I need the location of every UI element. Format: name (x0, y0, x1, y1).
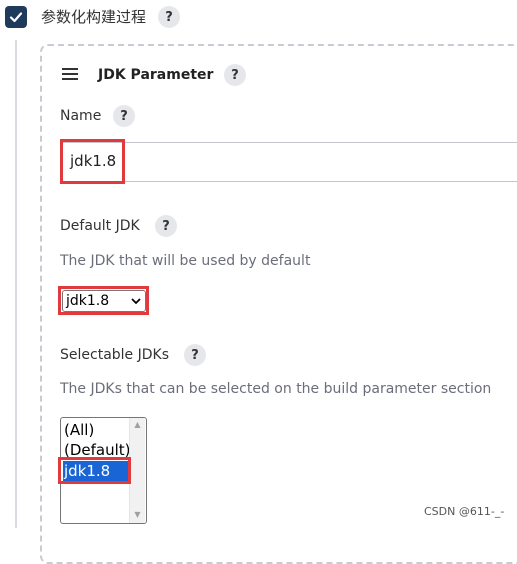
name-input[interactable] (60, 142, 517, 182)
help-icon[interactable]: ? (113, 105, 135, 127)
drag-handle-icon[interactable] (62, 68, 78, 83)
name-label: Name (60, 108, 102, 124)
scroll-up-icon[interactable]: ▲ (130, 420, 145, 429)
selectable-jdks-label: Selectable JDKs (60, 347, 169, 363)
default-jdk-description: The JDK that will be used by default (60, 253, 311, 269)
checkbox-label: 参数化构建过程 (41, 8, 147, 26)
check-icon (9, 12, 23, 23)
highlight-box (58, 286, 149, 315)
selectable-jdks-description: The JDKs that can be selected on the bui… (60, 381, 492, 397)
help-icon[interactable]: ? (184, 344, 206, 366)
watermark: CSDN @611-_- (424, 505, 505, 518)
section-guide-line (15, 40, 17, 528)
name-input-value: jdk1.8 (70, 152, 117, 170)
help-icon[interactable]: ? (158, 6, 180, 28)
default-jdk-label: Default JDK (60, 218, 140, 234)
list-option[interactable]: (All) (63, 420, 132, 440)
listbox-scrollbar[interactable]: ▲ ▼ (129, 418, 145, 523)
help-icon[interactable]: ? (155, 215, 177, 237)
parameter-title: JDK Parameter (98, 67, 214, 83)
highlight-box (58, 457, 131, 484)
help-icon[interactable]: ? (224, 64, 246, 86)
scroll-down-icon[interactable]: ▼ (130, 510, 145, 519)
build-parameterized-checkbox[interactable] (5, 6, 27, 28)
